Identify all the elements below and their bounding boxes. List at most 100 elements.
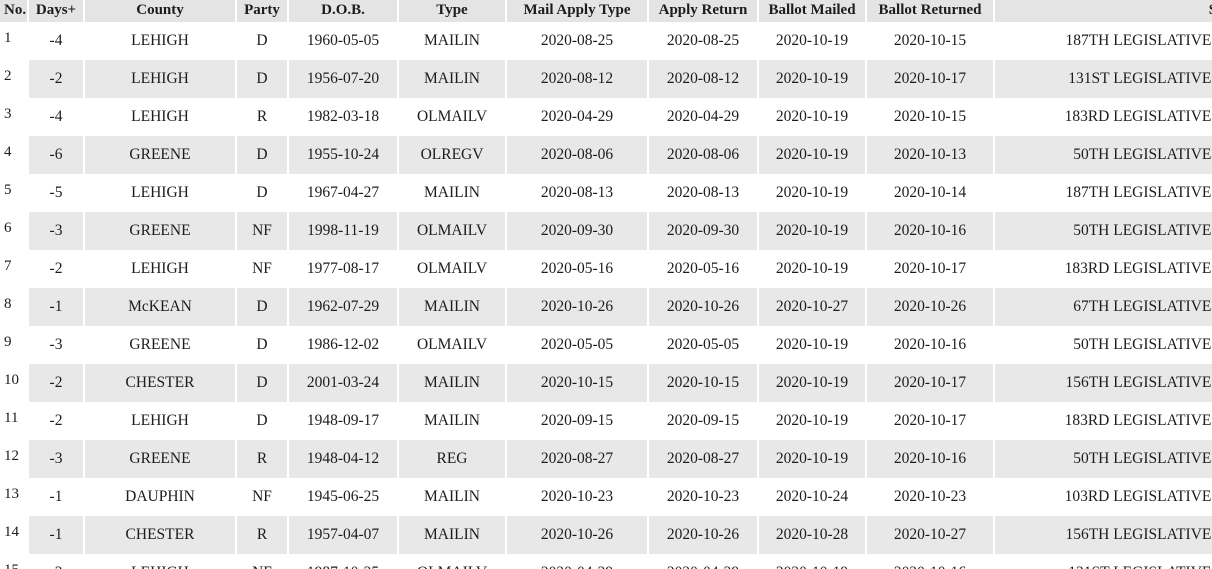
cell-party: D (235, 364, 288, 402)
cell-balmail: 2020-10-27 (757, 288, 866, 326)
cell-mailapply: 2020-10-26 (505, 288, 648, 326)
column-header-balmail[interactable]: Ballot Mailed (757, 0, 866, 22)
cell-balmail: 2020-10-19 (757, 326, 866, 364)
table-row[interactable]: 14 -1 CHESTER R 1957-04-07 MAILIN 2020-10-26 20… (0, 516, 1212, 554)
table-row[interactable]: 7 -2 LEHIGH NF 1977-08-17 OLMAILV 2020-05-16 20… (0, 250, 1212, 288)
column-header-county[interactable]: County (83, 0, 236, 22)
table-row[interactable]: 1 -4 LEHIGH D 1960-05-05 MAILIN 2020-08-25 2020… (0, 22, 1212, 60)
table-row[interactable]: 4 -6 GREENE D 1955-10-24 OLREGV 2020-08-06 2020… (0, 136, 1212, 174)
cell-county: CHESTER (83, 364, 236, 402)
column-header-statehouse[interactable]: State House (993, 0, 1212, 22)
cell-applyret: 2020-10-23 (647, 478, 758, 516)
cell-type: OLMAILV (397, 212, 506, 250)
cell-county: CHESTER (83, 516, 236, 554)
cell-type: OLMAILV (397, 326, 506, 364)
cell-dob: 1977-08-17 (287, 250, 398, 288)
cell-balmail: 2020-10-19 (757, 174, 866, 212)
cell-dob: 1955-10-24 (287, 136, 398, 174)
cell-county: GREENE (83, 212, 236, 250)
table-row[interactable]: 5 -5 LEHIGH D 1967-04-27 MAILIN 2020-08-13 2020… (0, 174, 1212, 212)
cell-statehouse: 187TH LEGISLATIVE DISTRICT (993, 174, 1212, 212)
table-row[interactable]: 9 -3 GREENE D 1986-12-02 OLMAILV 2020-05-05 202… (0, 326, 1212, 364)
table-row[interactable]: 6 -3 GREENE NF 1998-11-19 OLMAILV 2020-09-30 20… (0, 212, 1212, 250)
table-row[interactable]: 3 -4 LEHIGH R 1982-03-18 OLMAILV 2020-04-29 202… (0, 98, 1212, 136)
cell-party: D (235, 402, 288, 440)
cell-county: DAUPHIN (83, 478, 236, 516)
cell-balret: 2020-10-17 (865, 250, 994, 288)
table-row[interactable]: 8 -1 McKEAN D 1962-07-29 MAILIN 2020-10-26 2020… (0, 288, 1212, 326)
column-header-type[interactable]: Type (397, 0, 506, 22)
cell-balmail: 2020-10-19 (757, 440, 866, 478)
cell-applyret: 2020-09-30 (647, 212, 758, 250)
column-header-balret[interactable]: Ballot Returned (865, 0, 994, 22)
cell-county: GREENE (83, 136, 236, 174)
cell-balmail: 2020-10-19 (757, 250, 866, 288)
cell-party: D (235, 22, 288, 60)
table-row[interactable]: 10 -2 CHESTER D 2001-03-24 MAILIN 2020-10-15 20… (0, 364, 1212, 402)
cell-mailapply: 2020-05-05 (505, 326, 648, 364)
cell-party: R (235, 516, 288, 554)
cell-type: OLMAILV (397, 98, 506, 136)
column-header-party[interactable]: Party (235, 0, 288, 22)
cell-no: 9 (0, 326, 28, 364)
cell-party: D (235, 174, 288, 212)
cell-no: 10 (0, 364, 28, 402)
cell-county: LEHIGH (83, 60, 236, 98)
cell-party: NF (235, 250, 288, 288)
cell-type: MAILIN (397, 60, 506, 98)
cell-county: LEHIGH (83, 22, 236, 60)
cell-county: GREENE (83, 326, 236, 364)
cell-applyret: 2020-08-27 (647, 440, 758, 478)
voter-records-table-container[interactable]: No. Days+ County Party D.O.B. Type Mail Apply … (0, 0, 1212, 569)
table-row[interactable]: 12 -3 GREENE R 1948-04-12 REG 2020-08-27 2020-0… (0, 440, 1212, 478)
table-row[interactable]: 11 -2 LEHIGH D 1948-09-17 MAILIN 2020-09-15 202… (0, 402, 1212, 440)
column-header-dob[interactable]: D.O.B. (287, 0, 398, 22)
cell-applyret: 2020-10-26 (647, 516, 758, 554)
cell-statehouse: 50TH LEGISLATIVE DISTRICT (993, 440, 1212, 478)
cell-balret: 2020-10-16 (865, 554, 994, 569)
cell-dob: 1998-11-19 (287, 212, 398, 250)
cell-no: 1 (0, 22, 28, 60)
cell-type: MAILIN (397, 402, 506, 440)
cell-county: LEHIGH (83, 174, 236, 212)
column-header-no[interactable]: No. (0, 0, 28, 22)
cell-type: MAILIN (397, 478, 506, 516)
cell-balmail: 2020-10-24 (757, 478, 866, 516)
cell-dob: 1948-09-17 (287, 402, 398, 440)
cell-statehouse: 183RD LEGISLATIVE DISTRICT (993, 250, 1212, 288)
cell-dob: 1960-05-05 (287, 22, 398, 60)
voter-records-table: No. Days+ County Party D.O.B. Type Mail Apply … (0, 0, 1212, 569)
table-row[interactable]: 2 -2 LEHIGH D 1956-07-20 MAILIN 2020-08-12 2020… (0, 60, 1212, 98)
cell-type: MAILIN (397, 174, 506, 212)
cell-party: D (235, 60, 288, 98)
cell-dob: 1962-07-29 (287, 288, 398, 326)
cell-dob: 1956-07-20 (287, 60, 398, 98)
cell-dob: 1948-04-12 (287, 440, 398, 478)
table-row[interactable]: 15-2LEHIGHNF1987-10-25OLMAILV2020-04-292… (0, 554, 1212, 569)
cell-applyret: 2020-08-12 (647, 60, 758, 98)
column-header-applyret[interactable]: Apply Return (647, 0, 758, 22)
cell-party: R (235, 98, 288, 136)
cell-no: 8 (0, 288, 28, 326)
cell-dob: 1987-10-25 (287, 554, 398, 569)
cell-type: MAILIN (397, 516, 506, 554)
cell-applyret: 2020-10-15 (647, 364, 758, 402)
cell-balret: 2020-10-15 (865, 22, 994, 60)
cell-party: D (235, 326, 288, 364)
cell-mailapply: 2020-08-25 (505, 22, 648, 60)
column-header-days[interactable]: Days+ (27, 0, 84, 22)
cell-county: LEHIGH (83, 402, 236, 440)
column-header-mailapply[interactable]: Mail Apply Type (505, 0, 648, 22)
cell-balmail: 2020-10-19 (757, 60, 866, 98)
cell-statehouse: 50TH LEGISLATIVE DISTRICT (993, 326, 1212, 364)
cell-days: -4 (27, 22, 84, 60)
cell-type: OLMAILV (397, 250, 506, 288)
cell-dob: 1986-12-02 (287, 326, 398, 364)
cell-days: -2 (27, 250, 84, 288)
cell-no: 14 (0, 516, 28, 554)
cell-balret: 2020-10-23 (865, 478, 994, 516)
table-row[interactable]: 13 -1 DAUPHIN NF 1945-06-25 MAILIN 2020-10-23 2… (0, 478, 1212, 516)
cell-no: 7 (0, 250, 28, 288)
cell-no: 2 (0, 60, 28, 98)
cell-days: -6 (27, 136, 84, 174)
